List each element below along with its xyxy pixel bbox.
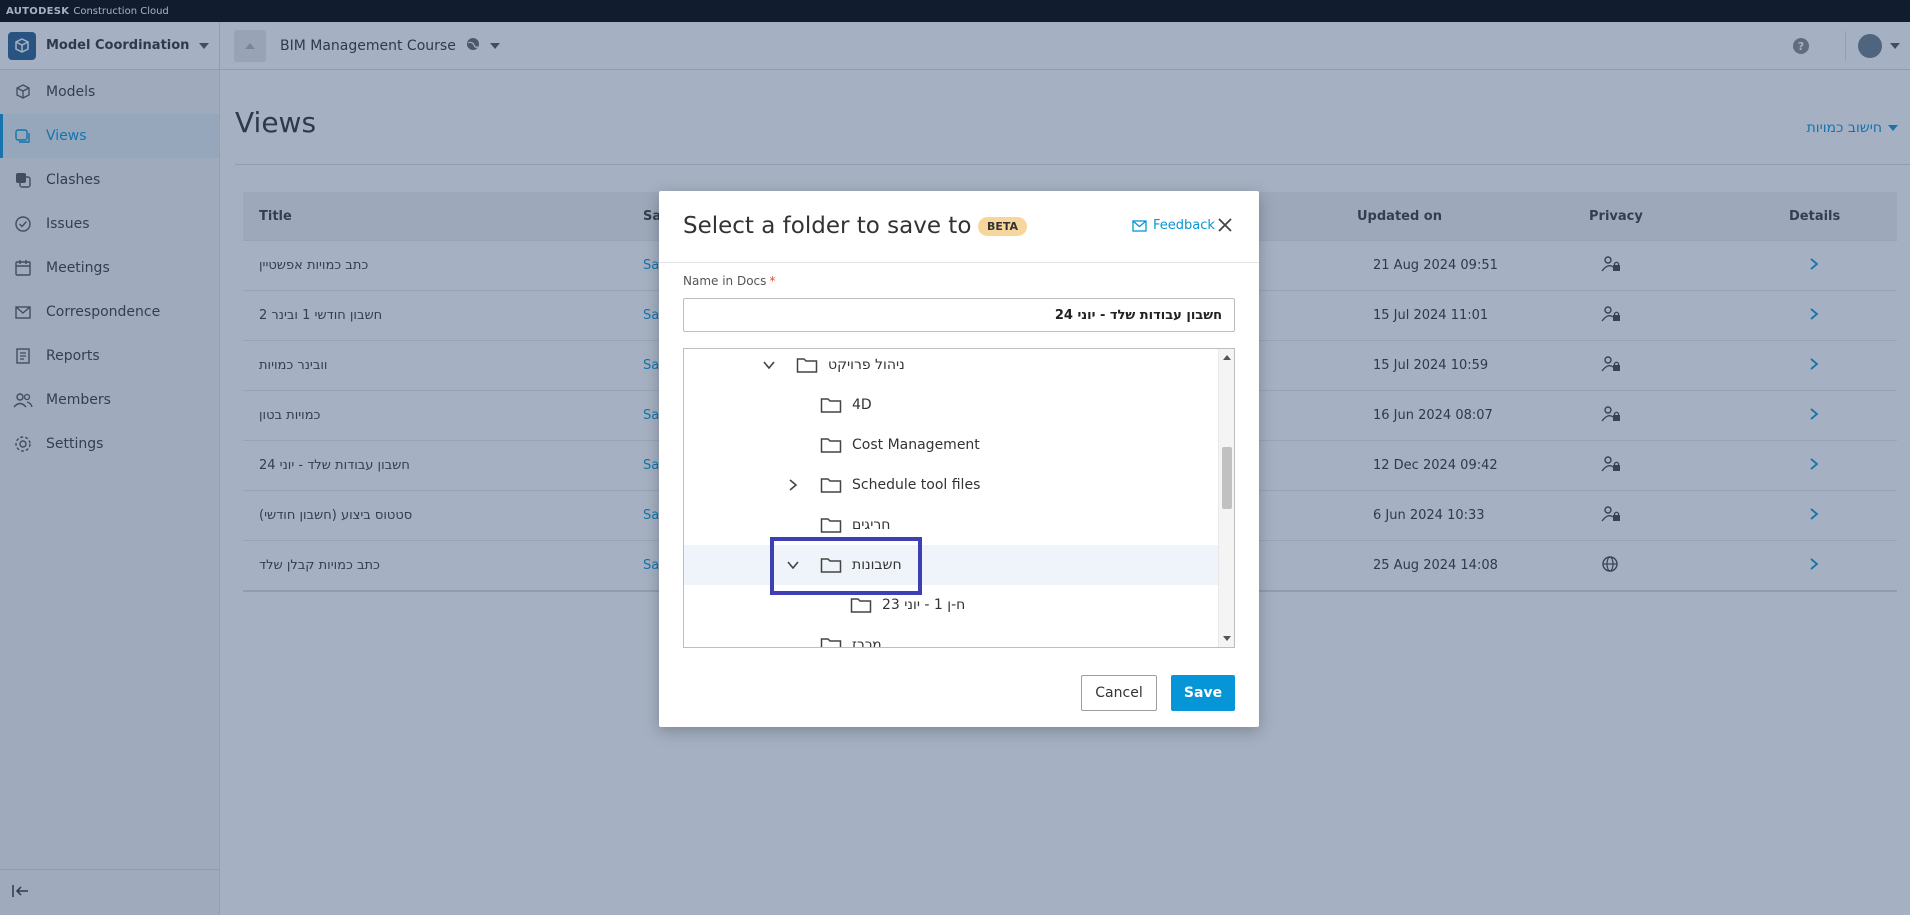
folder-tree-item[interactable]: 4D [684, 385, 1218, 425]
cancel-button[interactable]: Cancel [1081, 675, 1157, 711]
folder-label: Cost Management [852, 437, 980, 453]
folder-tree-item[interactable]: Cost Management [684, 425, 1218, 465]
scrollbar-thumb[interactable] [1222, 447, 1232, 509]
chevron-right-icon[interactable] [784, 476, 802, 494]
folder-icon [820, 436, 842, 454]
beta-badge: BETA [978, 217, 1028, 236]
feedback-label: Feedback [1153, 218, 1215, 233]
scroll-down-icon[interactable] [1223, 636, 1231, 641]
folder-icon [850, 596, 872, 614]
folder-icon [820, 556, 842, 574]
folder-tree-item[interactable]: חשבונות [684, 545, 1218, 585]
folder-label: ח-ן 1 - יוני 23 [882, 597, 966, 613]
required-mark: * [769, 274, 776, 288]
envelope-icon [1132, 219, 1147, 232]
dialog-header: Select a folder to save to BETA Feedback [659, 191, 1259, 263]
folder-label: Schedule tool files [852, 477, 981, 493]
folder-label: חשבונות [852, 557, 902, 573]
folder-tree-item[interactable]: חריגים [684, 505, 1218, 545]
folder-icon [796, 356, 818, 374]
folder-label: חריגים [852, 517, 891, 533]
folder-icon [820, 516, 842, 534]
folder-tree-item[interactable]: מכרז [684, 625, 1218, 648]
folder-tree-item[interactable]: ח-ן 1 - יוני 23 [684, 585, 1218, 625]
folder-tree-item[interactable]: ניהול פרויקט [684, 349, 1218, 385]
chevron-down-icon[interactable] [760, 356, 778, 374]
folder-icon [820, 476, 842, 494]
folder-icon [820, 636, 842, 647]
tree-scrollbar[interactable] [1218, 349, 1234, 647]
close-icon[interactable] [1215, 215, 1235, 235]
scroll-up-icon[interactable] [1223, 355, 1231, 360]
folder-tree-item[interactable]: Schedule tool files [684, 465, 1218, 505]
folder-label: ניהול פרויקט [828, 357, 905, 373]
save-button[interactable]: Save [1171, 675, 1235, 711]
save-folder-dialog: Select a folder to save to BETA Feedback… [659, 191, 1259, 727]
chevron-down-icon[interactable] [784, 556, 802, 574]
feedback-link[interactable]: Feedback [1132, 218, 1215, 233]
folder-label: מכרז [852, 637, 882, 648]
name-in-docs-input[interactable] [683, 298, 1235, 332]
name-in-docs-label: Name in Docs * [683, 274, 776, 288]
folder-tree: ניהול פרויקט 4D Cost Management Schedule to… [683, 348, 1235, 648]
folder-icon [820, 396, 842, 414]
folder-label: 4D [852, 397, 872, 413]
dialog-title: Select a folder to save to [683, 213, 972, 239]
